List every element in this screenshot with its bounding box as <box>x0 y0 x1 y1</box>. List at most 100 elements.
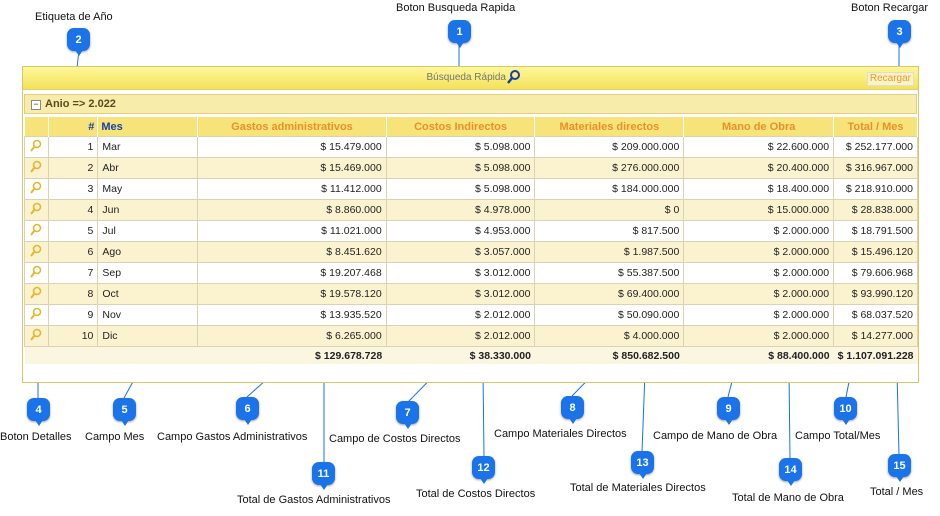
cell-gastos: $ 15.469.000 <box>197 157 387 179</box>
magnifier-icon[interactable] <box>30 265 42 282</box>
cell-materiales: $ 4.000.000 <box>534 325 685 347</box>
header-num[interactable]: # <box>48 117 99 137</box>
cell-materiales: $ 817.500 <box>534 220 685 242</box>
annotation-label-4: Boton Detalles <box>0 431 72 443</box>
cell-total: $ 68.037.520 <box>833 304 918 326</box>
total-gastos: $ 129.678.728 <box>197 346 387 364</box>
annotation-badge-14: 14 <box>779 458 802 486</box>
cell-mano: $ 2.000.000 <box>683 283 835 305</box>
annotation-badge-7: 7 <box>396 401 419 429</box>
cell-num: 6 <box>47 241 99 263</box>
cell-mes: Jun <box>97 199 199 221</box>
cell-mes: May <box>97 178 199 200</box>
details-button[interactable] <box>24 304 49 326</box>
details-button[interactable] <box>24 325 49 347</box>
table-row[interactable]: 6 Ago $ 8.451.620 $ 3.057.000 $ 1.987.500 $ 2… <box>24 241 918 263</box>
annotation-badge-4: 4 <box>27 398 50 426</box>
magnifier-icon[interactable] <box>30 223 42 240</box>
annotation-label-11: Total de Gastos Administrativos <box>237 494 391 506</box>
details-button[interactable] <box>24 178 49 200</box>
cell-materiales: $ 55.387.500 <box>534 262 685 284</box>
annotation-label-2: Etiqueta de Año <box>35 11 113 23</box>
reload-button[interactable]: Recargar <box>866 72 914 86</box>
totals-row: $ 129.678.728 $ 38.330.000 $ 850.682.500 $ … <box>24 346 918 364</box>
cell-gastos: $ 8.451.620 <box>197 241 387 263</box>
magnifier-icon[interactable] <box>30 139 42 156</box>
data-table: # Mes Gastos administrativos Costos Indi… <box>24 117 918 364</box>
magnifier-icon[interactable] <box>507 69 521 85</box>
header-costos[interactable]: Costos Indirectos <box>386 117 536 137</box>
annotation-badge-9: 9 <box>717 397 740 425</box>
cell-gastos: $ 15.479.000 <box>197 136 387 158</box>
cell-num: 1 <box>47 136 99 158</box>
details-button[interactable] <box>24 199 49 221</box>
header-mes[interactable]: Mes <box>97 117 199 137</box>
cell-num: 7 <box>47 262 99 284</box>
cell-num: 10 <box>47 325 99 347</box>
table-row[interactable]: 2 Abr $ 15.469.000 $ 5.098.000 $ 276.000.000… <box>24 157 918 179</box>
cell-mano: $ 2.000.000 <box>683 325 835 347</box>
details-button[interactable] <box>24 283 49 305</box>
data-grid: Recargar − Anio => 2.022 # Mes Gastos ad… <box>22 66 919 383</box>
magnifier-icon[interactable] <box>30 244 42 261</box>
cell-num: 2 <box>47 157 99 179</box>
magnifier-icon[interactable] <box>30 181 42 198</box>
collapse-toggle-icon[interactable]: − <box>31 100 41 110</box>
annotation-label-8: Campo Materiales Directos <box>494 428 627 440</box>
header-total[interactable]: Total / Mes <box>833 117 918 137</box>
details-button[interactable] <box>24 220 49 242</box>
cell-num: 8 <box>47 283 99 305</box>
quick-search-input[interactable] <box>421 70 506 84</box>
cell-total: $ 252.177.000 <box>833 136 918 158</box>
cell-mes: Dic <box>97 325 199 347</box>
annotation-badge-8: 8 <box>561 396 584 424</box>
annotation-badge-2: 2 <box>67 28 90 56</box>
cell-mes: Ago <box>97 241 199 263</box>
magnifier-icon[interactable] <box>30 286 42 303</box>
total-materiales: $ 850.682.500 <box>534 346 684 364</box>
annotation-badge-13: 13 <box>631 451 654 479</box>
cell-num: 5 <box>47 220 99 242</box>
table-body: 1 Mar $ 15.479.000 $ 5.098.000 $ 209.000.000… <box>24 136 918 364</box>
table-row[interactable]: 1 Mar $ 15.479.000 $ 5.098.000 $ 209.000.000… <box>24 136 918 158</box>
table-row[interactable]: 7 Sep $ 19.207.468 $ 3.012.000 $ 55.387.500 $… <box>24 262 918 284</box>
magnifier-icon[interactable] <box>30 307 42 324</box>
cell-materiales: $ 184.000.000 <box>534 178 685 200</box>
details-button[interactable] <box>24 262 49 284</box>
annotation-badge-12: 12 <box>472 456 495 484</box>
table-row[interactable]: 5 Jul $ 11.021.000 $ 4.953.000 $ 817.500 $ 2.… <box>24 220 918 242</box>
header-gastos[interactable]: Gastos administrativos <box>197 117 387 137</box>
cell-costos: $ 5.098.000 <box>385 157 536 179</box>
header-details <box>24 117 49 137</box>
cell-mano: $ 18.400.000 <box>683 178 835 200</box>
table-row[interactable]: 3 May $ 11.412.000 $ 5.098.000 $ 184.000.000… <box>24 178 918 200</box>
details-button[interactable] <box>24 136 49 158</box>
cell-total: $ 28.838.000 <box>833 199 918 221</box>
cell-gastos: $ 13.935.520 <box>197 304 387 326</box>
table-row[interactable]: 9 Nov $ 13.935.520 $ 2.012.000 $ 50.090.000 $… <box>24 304 918 326</box>
total-total: $ 1.107.091.228 <box>833 346 918 364</box>
table-row[interactable]: 8 Oct $ 19.578.120 $ 3.012.000 $ 69.400.000 $… <box>24 283 918 305</box>
table-row[interactable]: 4 Jun $ 8.860.000 $ 4.978.000 $ 0 $ 15.000.00… <box>24 199 918 221</box>
cell-gastos: $ 11.412.000 <box>197 178 387 200</box>
header-mano[interactable]: Mano de Obra <box>683 117 835 137</box>
magnifier-icon[interactable] <box>30 160 42 177</box>
table-row[interactable]: 10 Dic $ 6.265.000 $ 2.012.000 $ 4.000.000 $ … <box>24 325 918 347</box>
magnifier-icon[interactable] <box>30 328 42 345</box>
cell-materiales: $ 209.000.000 <box>534 136 685 158</box>
details-button[interactable] <box>24 241 49 263</box>
annotation-label-5: Campo Mes <box>85 431 145 443</box>
cell-costos: $ 3.057.000 <box>385 241 536 263</box>
cell-gastos: $ 6.265.000 <box>197 325 387 347</box>
details-button[interactable] <box>24 157 49 179</box>
cell-mes: Jul <box>97 220 199 242</box>
cell-total: $ 93.990.120 <box>833 283 918 305</box>
cell-mano: $ 2.000.000 <box>683 220 835 242</box>
annotation-badge-11: 11 <box>312 462 335 490</box>
cell-costos: $ 2.012.000 <box>385 325 536 347</box>
cell-costos: $ 2.012.000 <box>385 304 536 326</box>
header-materiales[interactable]: Materiales directos <box>534 117 685 137</box>
totals-spacer <box>48 346 98 364</box>
magnifier-icon[interactable] <box>30 202 42 219</box>
cell-mano: $ 2.000.000 <box>683 241 835 263</box>
